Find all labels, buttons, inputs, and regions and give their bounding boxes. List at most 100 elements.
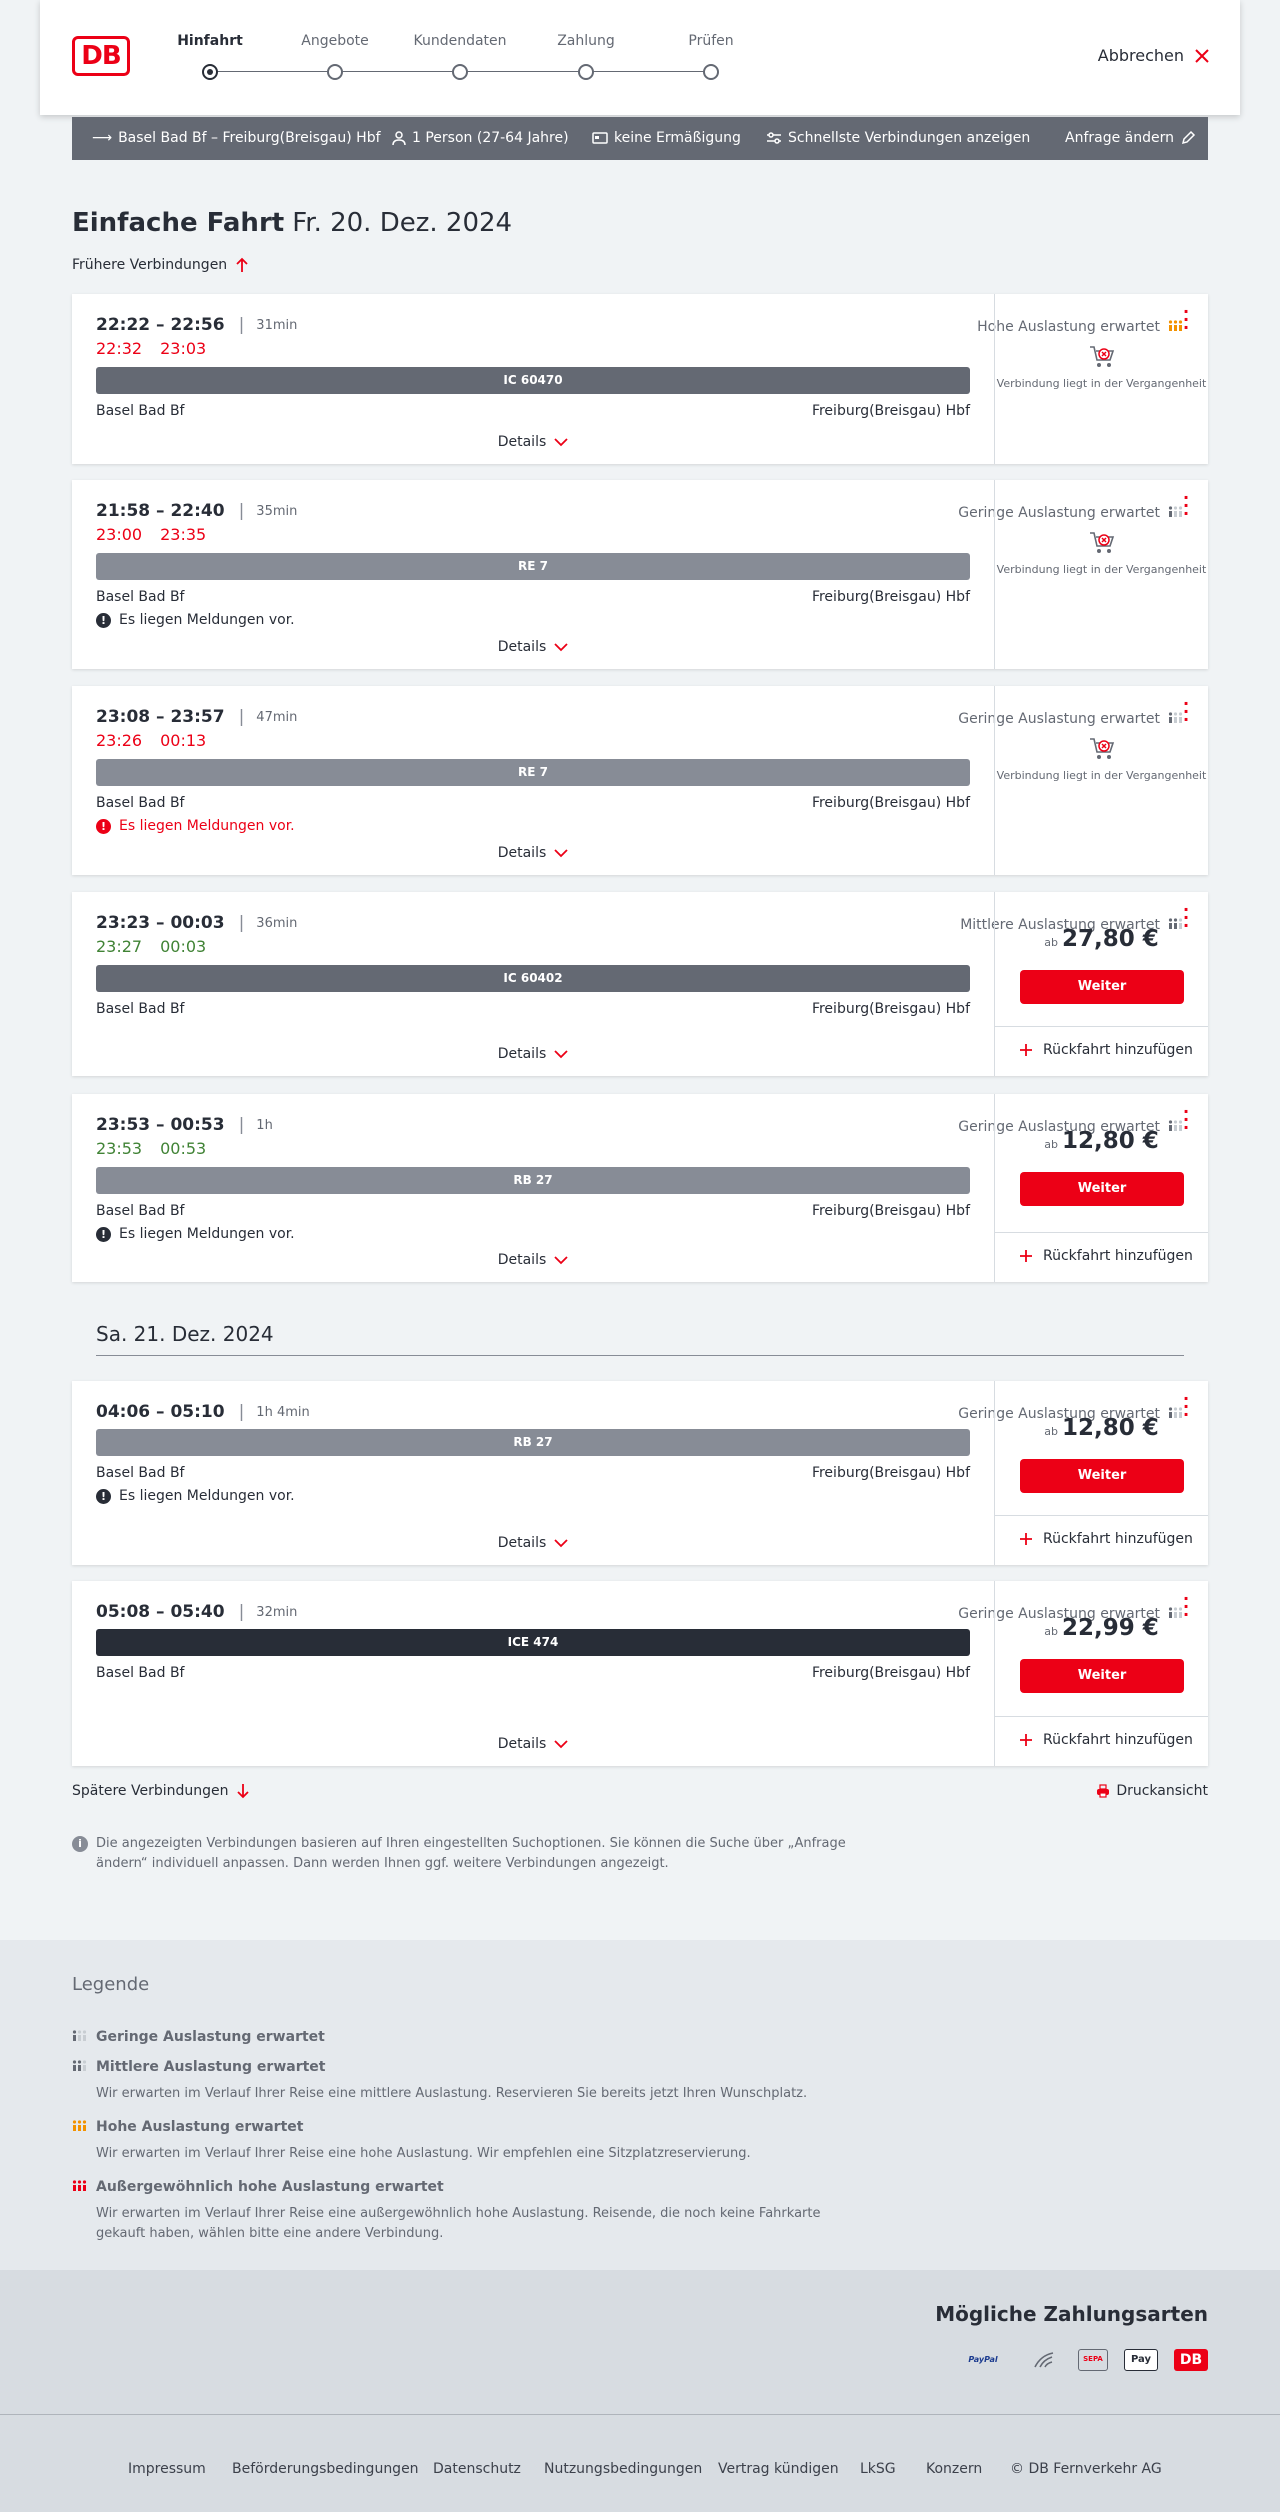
load-low-icon [72,2028,88,2046]
train-bar[interactable]: RB 27 [96,1429,970,1456]
step-dot [327,64,343,80]
details-toggle[interactable]: Details [72,434,994,450]
more-options-icon[interactable]: · · · [1178,1591,1194,1623]
cancel-label: Abbrechen [1097,46,1184,65]
train-bar[interactable]: IC 60402 [96,965,970,992]
offer-panel: · · · Verbindung liegt in der Vergangenheit [994,294,1208,464]
train-bar[interactable]: RE 7 [96,553,970,580]
fastest-connections-toggle[interactable]: Schnellste Verbindungen anzeigen [766,130,1030,146]
traveller-summary[interactable]: 1 Person (27-64 Jahre) [392,130,569,146]
add-return-label: Rückfahrt hinzufügen [1043,1042,1193,1058]
cancel-button[interactable]: Abbrechen [1098,46,1210,65]
footer-link-datenschutz[interactable]: Datenschutz [433,2461,521,2477]
legend-title: Legende [72,1974,150,1995]
footer-link-impressum[interactable]: Impressum [128,2461,206,2477]
cart-unavailable-icon [1089,738,1114,759]
origin-station: Basel Bad Bf [96,795,185,811]
filter-icon [767,132,781,144]
more-options-icon[interactable]: · · · [1178,304,1194,336]
price-prefix: ab [1044,1425,1058,1438]
destination-station: Freiburg(Breisgau) Hbf [811,1203,970,1219]
print-view-link[interactable]: Druckansicht [1096,1783,1208,1799]
train-bar[interactable]: RB 27 [96,1167,970,1194]
db-logo[interactable]: DB [72,36,130,76]
details-toggle[interactable]: Details [72,845,994,861]
duration: 1h 4min [256,1404,310,1420]
plus-icon [1020,1734,1032,1746]
train-bar[interactable]: IC 60470 [96,367,970,394]
connection-card[interactable]: 23:53 – 00:53 | 1h 23:53 00:53 Geringe Auslas… [72,1094,1208,1282]
footer-link-konzern[interactable]: Konzern [926,2461,982,2477]
arrow-right-icon: ⟶ [92,130,113,146]
discount-summary[interactable]: keine Ermäßigung [592,130,741,146]
message-text: Es liegen Meldungen vor. [119,612,295,628]
details-toggle[interactable]: Details [72,639,994,655]
add-return-trip-button[interactable]: Rückfahrt hinzufügen [1019,1531,1193,1547]
details-label: Details [497,1046,547,1062]
message-text: Es liegen Meldungen vor. [119,1226,295,1242]
printer-icon [1097,1784,1110,1798]
add-return-trip-button[interactable]: Rückfahrt hinzufügen [1019,1248,1193,1264]
connection-card[interactable]: 23:23 – 00:03 | 36min 23:27 00:03 Mittlere Au… [72,892,1208,1076]
route-summary[interactable]: ⟶ Basel Bad Bf – Freiburg(Breisgau) Hbf [92,130,381,146]
more-options-icon[interactable]: · · · [1178,1104,1194,1136]
details-toggle[interactable]: Details [72,1252,994,1268]
more-options-icon[interactable]: · · · [1178,1391,1194,1423]
connection-card[interactable]: 05:08 – 05:40 | 32min Geringe Auslastung er… [72,1581,1208,1766]
footer-link-befoerderungsbedingungen[interactable]: Beförderungsbedingungen [232,2461,419,2477]
later-connections-link[interactable]: Spätere Verbindungen [72,1783,250,1799]
connection-card[interactable]: 04:06 – 05:10 | 1h 4min Geringe Auslastung … [72,1381,1208,1565]
chevron-down-icon [554,437,568,446]
chevron-down-icon [554,1255,568,1264]
train-bar[interactable]: RE 7 [96,759,970,786]
continue-button[interactable]: Weiter [1020,1659,1184,1693]
more-options-icon[interactable]: · · · [1178,490,1194,522]
train-bar[interactable]: ICE 474 [96,1629,970,1656]
close-icon [1195,48,1209,63]
divider: | [238,1602,245,1622]
more-options-icon[interactable]: · · · [1178,696,1194,728]
earlier-connections-link[interactable]: Frühere Verbindungen [72,257,249,273]
past-text: Verbindung liegt in der Vergangenheit [996,377,1207,390]
connection-card[interactable]: 23:08 – 23:57 | 47min 23:26 00:13 Geringe Aus… [72,686,1208,875]
more-options-icon[interactable]: · · · [1178,902,1194,934]
details-toggle[interactable]: Details [72,1736,994,1752]
connection-card[interactable]: 21:58 – 22:40 | 35min 23:00 23:35 Geringe Aus… [72,480,1208,669]
price-value: 12,80 € [1061,1128,1159,1154]
details-toggle[interactable]: Details [72,1535,994,1551]
add-return-trip-button[interactable]: Rückfahrt hinzufügen [1019,1042,1193,1058]
traveller-text: 1 Person (27-64 Jahre) [412,130,569,146]
day-separator-heading: Sa. 21. Dez. 2024 [96,1322,274,1346]
apple-pay-logo: Pay [1124,2349,1158,2371]
chevron-down-icon [554,1739,568,1748]
divider: | [238,913,245,933]
destination-station: Freiburg(Breisgau) Hbf [811,795,970,811]
realtime-arrival: 00:53 [160,1139,207,1158]
connection-card[interactable]: 22:22 – 22:56 | 31min 22:32 23:03 Hohe Auslas… [72,294,1208,464]
connection-times: 05:08 – 05:40 | 32min [96,1602,297,1622]
footer-copyright: © DB Fernverkehr AG [1010,2461,1162,2477]
departure-arrival: 23:08 – 23:57 [96,707,225,727]
legend-item-low: Geringe Auslastung erwartet [72,2028,872,2046]
destination-station: Freiburg(Breisgau) Hbf [811,1001,970,1017]
realtime-arrival: 23:03 [160,339,207,358]
footer-link-nutzungsbedingungen[interactable]: Nutzungsbedingungen [544,2461,702,2477]
step-kundendaten: Kundendaten [413,33,507,49]
travel-date: Fr. 20. Dez. 2024 [292,208,513,238]
chevron-down-icon [554,848,568,857]
continue-button[interactable]: Weiter [1020,970,1184,1004]
details-toggle[interactable]: Details [72,1046,994,1062]
cart-unavailable-icon [1089,532,1114,553]
connection-times: 23:23 – 00:03 | 36min [96,913,297,933]
add-return-trip-button[interactable]: Rückfahrt hinzufügen [1019,1732,1193,1748]
change-request-button[interactable]: Anfrage ändern [1065,130,1196,146]
footer-link-lksg[interactable]: LkSG [860,2461,896,2477]
continue-button[interactable]: Weiter [1020,1172,1184,1206]
footer-link-vertrag-kuendigen[interactable]: Vertrag kündigen [718,2461,839,2477]
legend-item-title: Geringe Auslastung erwartet [96,2029,325,2045]
arrow-down-icon [237,1784,250,1799]
step-dot [578,64,594,80]
add-return-label: Rückfahrt hinzufügen [1043,1248,1193,1264]
details-label: Details [497,845,547,861]
continue-button[interactable]: Weiter [1020,1459,1184,1493]
